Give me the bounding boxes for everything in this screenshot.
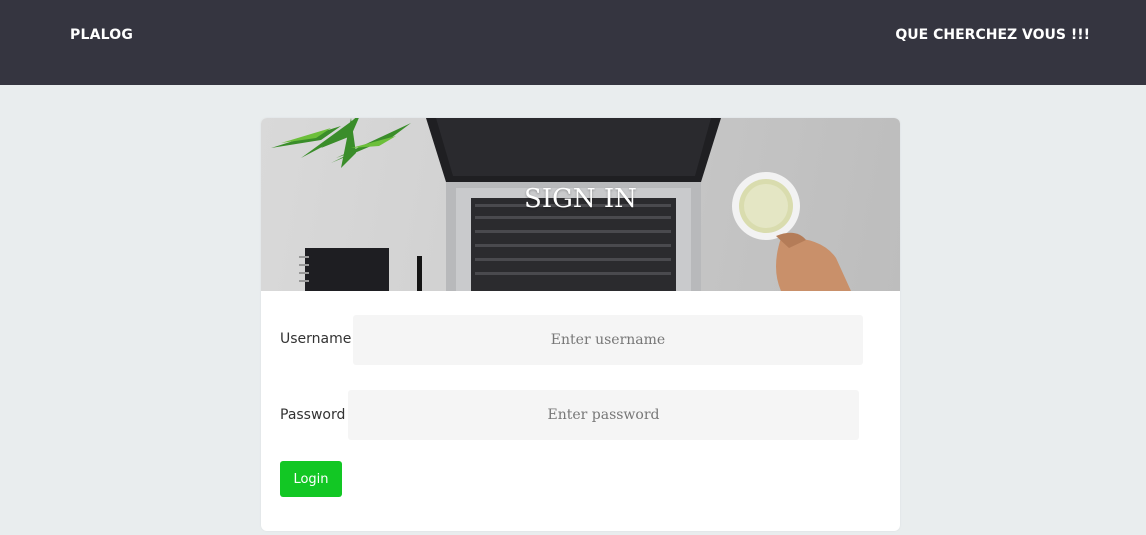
password-input[interactable] bbox=[348, 390, 859, 440]
navbar: PLALOG QUE CHERCHEZ VOUS !!! bbox=[0, 0, 1146, 85]
login-button[interactable]: Login bbox=[280, 461, 342, 497]
username-input[interactable] bbox=[353, 315, 863, 365]
search-nav-link[interactable]: QUE CHERCHEZ VOUS !!! bbox=[895, 27, 1090, 43]
sign-in-title: SIGN IN bbox=[524, 184, 637, 214]
password-label: Password bbox=[280, 407, 346, 423]
login-card: SIGN IN Username Password Login bbox=[261, 118, 900, 531]
brand-link[interactable]: PLALOG bbox=[70, 27, 133, 43]
banner-image: SIGN IN bbox=[261, 118, 900, 291]
username-label: Username bbox=[280, 331, 352, 347]
